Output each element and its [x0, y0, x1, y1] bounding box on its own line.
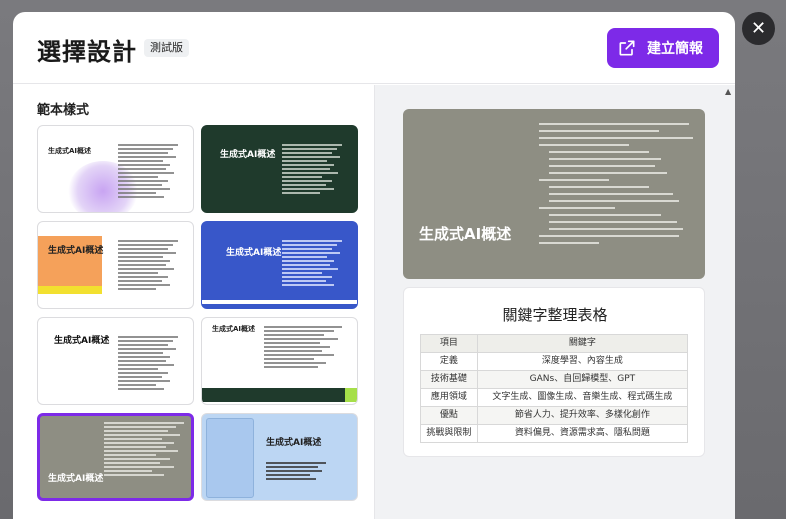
template-light-blue[interactable]: 生成式AI概述	[201, 413, 358, 501]
thumb-title: 生成式AI概述	[48, 474, 104, 484]
template-dark-green[interactable]: 生成式AI概述	[201, 125, 358, 213]
table-row: 優點 節省人力、提升效率、多樣化創作	[420, 406, 689, 425]
table-cell: GANs、自回歸模型、GPT	[476, 370, 689, 389]
template-white-green-corner[interactable]: 生成式AI概述	[201, 317, 358, 405]
create-button-label: 建立簡報	[647, 41, 703, 57]
preview-slide-cover[interactable]: 生成式AI概述	[403, 109, 705, 279]
template-blue[interactable]: 生成式AI概述	[201, 221, 358, 309]
table-cell: 文字生成、圖像生成、音樂生成、程式碼生成	[476, 388, 689, 407]
table-header-row: 項目 關鍵字	[420, 334, 689, 353]
scroll-up-arrow-icon[interactable]: ▲	[725, 88, 733, 96]
preview-panel: 生成式AI概述 關鍵字整理表格 項目 關鍵字 定義 深度學習、內容生成 技術基礎…	[374, 85, 735, 519]
table-row: 技術基礎 GANs、自回歸模型、GPT	[420, 370, 689, 389]
template-lavender[interactable]: 生成式AI概述	[37, 125, 194, 213]
table-cell: 資料偏見、資源需求高、隱私問題	[476, 424, 689, 443]
dialog-header: 選擇設計 測試版 建立簡報	[13, 12, 735, 84]
table-header: 項目	[420, 334, 478, 353]
table-cell: 深度學習、內容生成	[476, 352, 689, 371]
thumb-title: 生成式AI概述	[48, 246, 104, 256]
template-panel: 範本樣式 生成式AI概述 生成式AI概述 生成式AI概述 生成式AI概述 生成式…	[13, 85, 374, 519]
template-orange-block[interactable]: 生成式AI概述	[37, 221, 194, 309]
dialog-title: 選擇設計	[37, 38, 137, 66]
preview-slide-table[interactable]: 關鍵字整理表格 項目 關鍵字 定義 深度學習、內容生成 技術基礎 GANs、自回…	[403, 287, 705, 457]
thumb-title: 生成式AI概述	[220, 150, 276, 160]
table-cell: 技術基礎	[420, 370, 478, 389]
thumb-title: 生成式AI概述	[226, 248, 282, 258]
thumb-title: 生成式AI概述	[266, 438, 322, 448]
thumb-title: 生成式AI概述	[212, 325, 256, 333]
external-link-icon	[619, 40, 635, 56]
section-label: 範本樣式	[37, 103, 90, 118]
table-cell: 優點	[420, 406, 478, 425]
design-dialog: 選擇設計 測試版 建立簡報 範本樣式 生成式AI概述 生成式AI概述 生成式AI…	[13, 12, 735, 519]
thumb-title: 生成式AI概述	[54, 336, 110, 346]
table-row: 定義 深度學習、內容生成	[420, 352, 689, 371]
table-cell: 應用領域	[420, 388, 478, 407]
template-white-plain[interactable]: 生成式AI概述	[37, 317, 194, 405]
table-cell: 挑戰與限制	[420, 424, 478, 443]
keyword-table: 項目 關鍵字 定義 深度學習、內容生成 技術基礎 GANs、自回歸模型、GPT …	[420, 334, 689, 443]
close-icon: ✕	[750, 18, 767, 39]
table-title: 關鍵字整理表格	[502, 306, 608, 324]
template-gray-selected[interactable]: 生成式AI概述	[37, 413, 194, 501]
preview-slide-title: 生成式AI概述	[419, 225, 512, 243]
create-presentation-button[interactable]: 建立簡報	[607, 28, 719, 68]
beta-badge: 測試版	[144, 39, 189, 57]
table-header: 關鍵字	[476, 334, 689, 353]
table-row: 挑戰與限制 資料偏見、資源需求高、隱私問題	[420, 424, 689, 443]
close-button[interactable]: ✕	[742, 12, 775, 45]
table-cell: 節省人力、提升效率、多樣化創作	[476, 406, 689, 425]
table-cell: 定義	[420, 352, 478, 371]
thumb-title: 生成式AI概述	[48, 147, 92, 155]
table-row: 應用領域 文字生成、圖像生成、音樂生成、程式碼生成	[420, 388, 689, 407]
